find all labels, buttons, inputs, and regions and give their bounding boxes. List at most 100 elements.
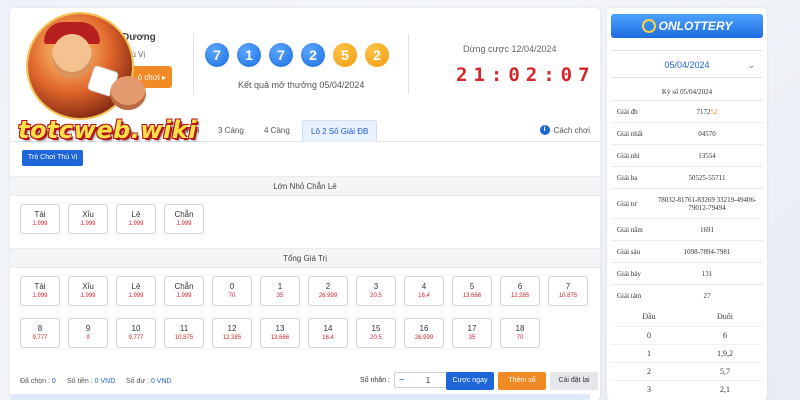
bet-option[interactable]: 15 20.5 (356, 318, 396, 348)
bet-option-name: 2 (325, 282, 331, 291)
bet-option-name: Chẵn (174, 210, 194, 219)
money-value: 0 VND (94, 378, 116, 385)
minus-button[interactable]: − (395, 375, 409, 386)
bet-option-odds: 1.999 (128, 221, 144, 227)
onlottery-brand: ONLOTTERY (658, 19, 733, 33)
bet-option[interactable]: 0 70 (212, 276, 252, 306)
bet-option-odds: 13.666 (462, 293, 482, 299)
bet-option[interactable]: 14 16.4 (308, 318, 348, 348)
tab-lo-2-so-giai-db[interactable]: Lô 2 Số Giải ĐB (302, 120, 378, 142)
bet-now-button[interactable]: Cược ngay (446, 372, 494, 390)
bet-option[interactable]: 16 26.999 (404, 318, 444, 348)
bet-option[interactable]: 10 9.777 (116, 318, 156, 348)
bet-option-odds: 1.999 (176, 293, 192, 299)
bet-option[interactable]: 13 13.666 (260, 318, 300, 348)
dau-value: 3 (647, 385, 651, 394)
bet-option[interactable]: Tài 1.999 (20, 276, 60, 306)
bet-option-odds: 1.999 (128, 293, 144, 299)
prize-row: Giải nhất 04570 (611, 122, 763, 145)
bet-option-name: 7 (565, 282, 571, 291)
balance-amount: Số dư : 0 VND (126, 378, 172, 385)
tab-3-cang[interactable]: 3 Càng (210, 120, 252, 142)
prize-value-main: 1691 (700, 225, 714, 234)
bet-option-odds: 1.999 (80, 221, 96, 227)
bet-option[interactable]: 7 10.875 (548, 276, 588, 306)
bet-option-odds: 26.999 (318, 293, 338, 299)
bet-option[interactable]: Chẵn 1.999 (164, 276, 204, 306)
bet-option[interactable]: 11 10.875 (164, 318, 204, 348)
bet-option[interactable]: Xỉu 1.999 (68, 204, 108, 234)
subtab-tro-choi-thu-vi[interactable]: Trò Chơi Thú Vị (22, 150, 84, 166)
bet-option[interactable]: 17 35 (452, 318, 492, 348)
bet-option-odds: 1.999 (32, 293, 48, 299)
bet-option[interactable]: Lẻ 1.999 (116, 204, 156, 234)
prize-value: 1098-7894-7981 (651, 240, 763, 263)
results-sidebar: ONLOTTERY 05/04/2024 ⌄ Kỳ số 05/04/2024 … (607, 8, 767, 400)
prize-row: Giải tư 78032-81761-83269 33219-49406-790… (611, 188, 763, 219)
dau-value: 0 (647, 331, 651, 340)
multiplier-label: Số nhân : (360, 376, 390, 384)
reset-button[interactable]: Cài đặt lại (550, 372, 598, 390)
game-header: totcweb.wiki Dương Thú Vị ò chơi ▸ 71725… (10, 8, 600, 144)
bet-option-odds: 20.5 (370, 293, 382, 299)
prize-label: Giải ba (611, 166, 651, 189)
bet-option-name: 6 (517, 282, 523, 291)
bet-option-odds: 20.5 (370, 335, 382, 341)
bottom-bar (10, 394, 590, 400)
prize-value: 1691 (651, 218, 763, 241)
bet-option[interactable]: 99 (68, 318, 108, 348)
bet-option[interactable]: 6 12.285 (500, 276, 540, 306)
bet-option-odds: 16.4 (322, 335, 334, 341)
add-number-button[interactable]: Thêm số (498, 372, 546, 390)
bet-option[interactable]: Lẻ 1.999 (116, 276, 156, 306)
bet-option-name: 12 (227, 324, 237, 333)
how-to-play-link[interactable]: i Cách chơi (539, 125, 590, 135)
bet-option-name: Lẻ (131, 210, 141, 219)
bet-option-name: 16 (419, 324, 429, 333)
bet-option[interactable]: 3 20.5 (356, 276, 396, 306)
prize-row: Giải sáu 1098-7894-7981 (611, 240, 763, 263)
bet-option[interactable]: 12 12.285 (212, 318, 252, 348)
money-label: Số tiền : (67, 378, 93, 385)
bet-option-name: Chẵn (174, 282, 194, 291)
prize-value-main: 50525-55711 (688, 173, 726, 182)
bet-option[interactable]: 1 35 (260, 276, 300, 306)
bet-option[interactable]: 4 16.4 (404, 276, 444, 306)
prize-value-main: 131 (701, 269, 713, 278)
head-tail-row: 2 5,7 (611, 362, 763, 380)
bet-option-name: 18 (515, 324, 525, 333)
date-select[interactable]: 05/04/2024 ⌄ (611, 50, 763, 78)
bet-option[interactable]: Chẵn 1.999 (164, 204, 204, 234)
result-balls: 717252 (205, 43, 389, 67)
bet-option[interactable]: Tài 1.999 (20, 204, 60, 234)
bet-option-odds: 12.285 (510, 293, 530, 299)
result-ball: 2 (365, 43, 389, 67)
prize-row: Giải ba 50525-55711 (611, 166, 763, 189)
bet-option-name: 11 (179, 324, 189, 333)
result-ball: 2 (301, 43, 325, 67)
selected-count: Đã chọn : 0 (20, 378, 56, 385)
bet-option[interactable]: 5 13.666 (452, 276, 492, 306)
prize-value: 131 (651, 262, 763, 285)
prize-row: Giải bảy 131 (611, 262, 763, 285)
bet-option-name: Tài (34, 210, 46, 219)
duoi-header: Đuôi (717, 312, 733, 321)
multiplier-input[interactable]: 1 (409, 376, 447, 385)
bet-option-name: 1 (277, 282, 283, 291)
prize-value: 04570 (651, 122, 763, 145)
bet-option-name: 17 (467, 324, 477, 333)
head-tail-header: Đầu Đuôi (611, 308, 763, 326)
bet-option-odds: 1.999 (32, 221, 48, 227)
bet-option[interactable]: 8 9.777 (20, 318, 60, 348)
bet-option[interactable]: Xỉu 1.999 (68, 276, 108, 306)
bet-option-odds: 26.999 (414, 335, 434, 341)
bet-option-name: Tài (34, 282, 46, 291)
main-panel: totcweb.wiki Dương Thú Vị ò chơi ▸ 71725… (10, 8, 600, 400)
tab-4-cang[interactable]: 4 Càng (256, 120, 298, 142)
prize-label: Giải nhì (611, 144, 651, 167)
bet-option[interactable]: 2 26.999 (308, 276, 348, 306)
bet-option[interactable]: 18 70 (500, 318, 540, 348)
duoi-value: 1,9,2 (717, 349, 733, 358)
prize-value: 50525-55711 (651, 166, 763, 189)
bet-option-odds: 1.999 (80, 293, 96, 299)
